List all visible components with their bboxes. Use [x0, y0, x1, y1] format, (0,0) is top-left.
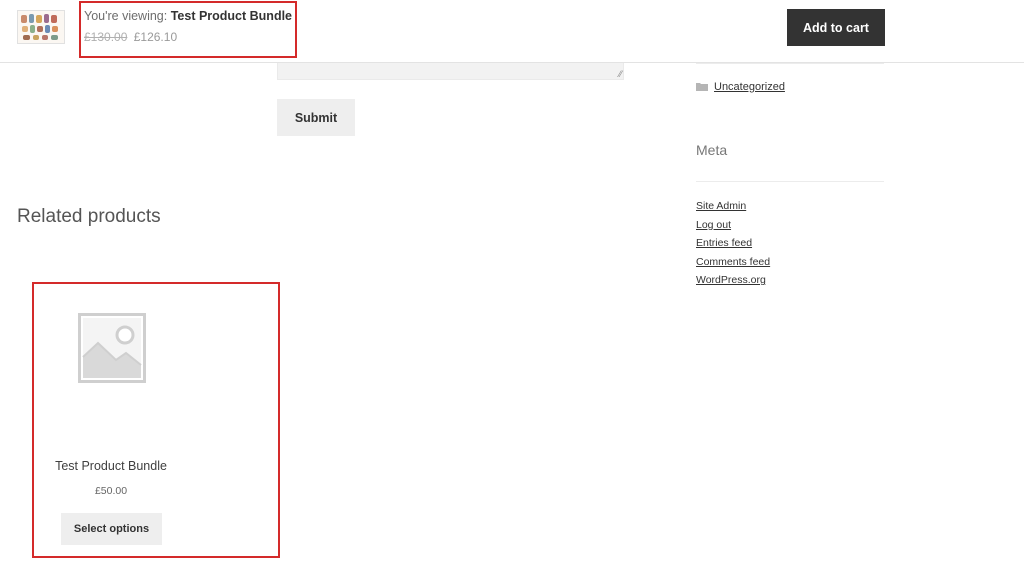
meta-divider — [696, 181, 884, 182]
wordpress-org-link[interactable]: WordPress.org — [696, 274, 766, 286]
meta-list-item: Comments feed — [696, 255, 770, 274]
price-old: £130.00 — [84, 30, 128, 44]
meta-widget-title: Meta — [696, 142, 728, 158]
category-item: Uncategorized — [696, 81, 785, 93]
meta-list-item: Entries feed — [696, 236, 770, 255]
folder-icon — [696, 83, 708, 91]
comments-feed-link[interactable]: Comments feed — [696, 256, 770, 268]
meta-list-item: WordPress.org — [696, 273, 770, 292]
related-products-title: Related products — [17, 206, 161, 227]
site-admin-link[interactable]: Site Admin — [696, 200, 746, 212]
add-to-cart-button[interactable]: Add to cart — [787, 9, 885, 46]
select-options-button[interactable]: Select options — [61, 513, 162, 545]
product-thumbnail-image — [21, 14, 58, 40]
comment-textarea[interactable]: ⁄⁄ — [277, 60, 624, 80]
viewing-product-name: Test Product Bundle — [170, 9, 293, 23]
meta-list-item: Site Admin — [696, 199, 770, 218]
meta-links-list: Site Admin Log out Entries feed Comments… — [696, 199, 770, 292]
meta-list-item: Log out — [696, 218, 770, 237]
sidebar-divider — [696, 63, 884, 64]
product-thumbnail[interactable] — [17, 10, 65, 44]
viewing-label: You're viewing: Test Product Bundle — [84, 9, 292, 23]
resize-grip-icon[interactable]: ⁄⁄ — [619, 70, 622, 79]
entries-feed-link[interactable]: Entries feed — [696, 237, 752, 249]
product-name[interactable]: Test Product Bundle — [32, 459, 190, 473]
viewing-prefix: You're viewing: — [84, 9, 171, 23]
sticky-price: £130.00 £126.10 — [84, 30, 177, 44]
category-link-uncategorized[interactable]: Uncategorized — [714, 81, 785, 93]
price-new: £126.10 — [133, 30, 178, 44]
sticky-add-to-cart-bar: You're viewing: Test Product Bundle £130… — [0, 0, 1024, 63]
placeholder-image-icon[interactable] — [78, 313, 146, 383]
submit-button[interactable]: Submit — [277, 99, 355, 136]
log-out-link[interactable]: Log out — [696, 219, 731, 231]
product-price: £50.00 — [94, 485, 128, 497]
